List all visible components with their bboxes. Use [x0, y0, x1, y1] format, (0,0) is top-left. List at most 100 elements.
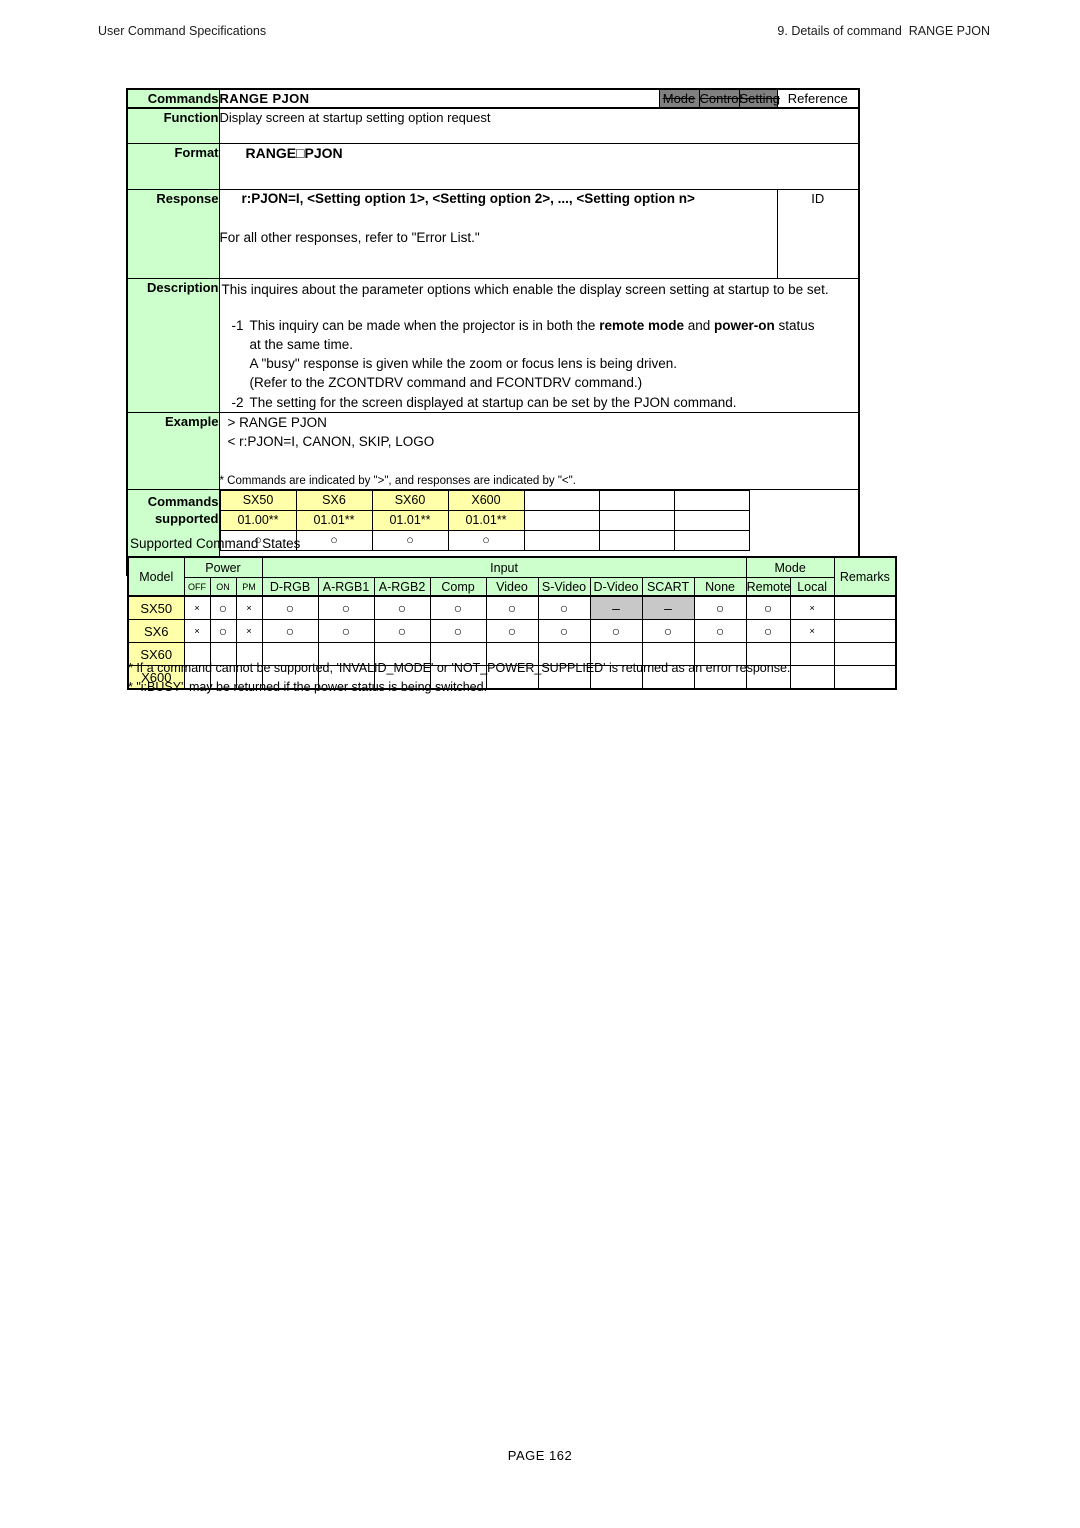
supported-version-6: [673, 510, 750, 532]
states-subheader-d-rgb: D-RGB: [261, 577, 319, 597]
states-sx50-local: ×: [789, 595, 835, 620]
states-footnote-1: * If a command cannot be supported, 'INV…: [128, 661, 791, 675]
command-spec-table: Commands RANGE PJON Mode Control Setting…: [126, 88, 860, 577]
response-errors: For all other responses, refer to "Error…: [219, 229, 480, 245]
states-sx50-a-rgb1: ○: [317, 595, 375, 620]
supported-model-3: X600: [447, 490, 525, 512]
supported-version-3: 01.01**: [447, 510, 525, 532]
states-subheader-a-rgb1: A-RGB1: [317, 577, 375, 597]
tag-setting[interactable]: Setting: [738, 88, 780, 110]
states-sx50-video: ○: [485, 595, 539, 620]
states-subheader-a-rgb2: A-RGB2: [373, 577, 431, 597]
supported-mark-1: ○: [295, 530, 373, 552]
states-caption: Supported Command States: [130, 536, 301, 551]
description-row: Description This inquires about the para…: [126, 278, 860, 413]
states-sx6-remote: ○: [745, 619, 791, 643]
format-row: Format RANGE□PJON: [126, 143, 860, 191]
states-sx6-video: ○: [485, 619, 539, 643]
supported-mark-6: [673, 530, 750, 552]
supported-model-6: [673, 490, 750, 512]
states-header-remarks: Remarks: [833, 556, 897, 597]
label-format: Format: [126, 143, 220, 191]
states-header-power: Power: [183, 556, 263, 578]
states-sx6-power-off: ×: [183, 619, 211, 643]
states-sx6-scart: ○: [641, 619, 695, 643]
states-sx50-remote: ○: [745, 595, 791, 620]
states-sx50-power-off: ×: [183, 595, 211, 620]
description-item-2-text: The setting for the screen displayed at …: [249, 394, 737, 410]
states-header-sub: OFF ON PM D-RGB A-RGB1 A-RGB2 Comp Video…: [128, 577, 896, 597]
states-subheader-scart: SCART: [641, 577, 695, 597]
tag-mode[interactable]: Mode: [658, 88, 700, 110]
states-row-sx50-model: SX50: [127, 595, 185, 620]
states-row-sx6-model: SX6: [127, 619, 185, 643]
running-head: User Command Specifications 9. Details o…: [98, 24, 990, 42]
format-text: RANGE□PJON: [245, 145, 343, 162]
states-sx50-scart: –: [641, 595, 695, 620]
states-sx50-none: ○: [693, 595, 747, 620]
tag-reference[interactable]: Reference: [776, 88, 860, 110]
supported-model-5: [598, 490, 675, 512]
desc1-bold-remote-mode: remote mode: [599, 317, 684, 333]
desc1-lead: This inquiry can be made when the projec…: [249, 317, 600, 333]
states-x600-remarks: [833, 665, 897, 690]
example-row: Example > RANGE PJON < r:PJON=I, CANON, …: [126, 411, 860, 491]
label-description: Description: [126, 278, 220, 413]
states-subheader-none: None: [693, 577, 747, 597]
example-line-1: > RANGE PJON: [227, 414, 327, 430]
description-item-1-subs: at the same time. A "busy" response is g…: [220, 335, 859, 392]
states-sx60-c13: [789, 642, 835, 666]
description-item-1-number: -1: [231, 317, 244, 333]
supported-model-2: SX60: [371, 490, 449, 512]
states-subheader-on: ON: [209, 577, 237, 597]
label-example: Example: [126, 411, 220, 491]
label-commands-supported-line2: supported: [154, 511, 219, 527]
label-commands-supported-line1: Commands: [147, 494, 219, 510]
states-row-sx50: SX50 × ○ × ○ ○ ○ ○ ○ ○ – – ○ ○ ×: [127, 595, 897, 620]
states-sx50-d-rgb: ○: [261, 595, 319, 620]
running-head-right: 9. Details of command RANGE PJON: [777, 24, 990, 38]
example-note: * Commands are indicated by ">", and res…: [219, 474, 576, 487]
supported-version-2: 01.01**: [371, 510, 449, 532]
supported-model-1: SX6: [295, 490, 373, 512]
description-intro: This inquires about the parameter option…: [221, 282, 829, 298]
states-subheader-pm: PM: [235, 577, 263, 597]
states-subheader-off: OFF: [183, 577, 211, 597]
supported-model-4: [523, 490, 600, 512]
supported-version-0: 01.00**: [219, 510, 297, 532]
states-sx50-remarks: [833, 595, 897, 620]
description-item-2: -2 The setting for the screen displayed …: [220, 393, 859, 412]
function-row: Function Display screen at startup setti…: [126, 107, 860, 145]
description-item-1-text: This inquiry can be made when the projec…: [250, 316, 859, 335]
states-header-top: Model Power Input Mode Remarks: [127, 556, 897, 597]
states-sx50-d-video: –: [589, 595, 643, 620]
states-subheader-video: Video: [485, 577, 539, 597]
states-sx50-comp: ○: [429, 595, 487, 620]
states-sx6-none: ○: [693, 619, 747, 643]
supported-model-0: SX50: [219, 490, 297, 512]
command-title: RANGE PJON: [218, 88, 660, 110]
tag-control[interactable]: Control: [698, 88, 741, 110]
states-sx50-power-pm: ×: [235, 595, 263, 620]
description-item-1-sub-1: at the same time.: [249, 337, 354, 353]
states-sx6-d-rgb: ○: [261, 619, 319, 643]
label-function: Function: [126, 107, 220, 145]
states-header-input: Input: [261, 556, 747, 578]
states-subheader-d-video: D-Video: [589, 577, 643, 597]
states-sx6-power-pm: ×: [235, 619, 263, 643]
states-sx6-local: ×: [789, 619, 835, 643]
states-row-sx6: SX6 × ○ × ○ ○ ○ ○ ○ ○ ○ ○ ○ ○ ×: [127, 619, 897, 643]
description-item-1: -1 This inquiry can be made when the pro…: [220, 316, 859, 335]
states-sx50-a-rgb2: ○: [373, 595, 431, 620]
states-sx6-remarks: [833, 619, 897, 643]
description-list: -1 This inquiry can be made when the pro…: [220, 316, 859, 412]
page-footer: PAGE 162: [507, 1448, 573, 1463]
desc1-tail: status: [774, 317, 815, 333]
states-x600-c13: [789, 665, 835, 690]
supported-mark-3: ○: [447, 530, 525, 552]
supported-version-4: [523, 510, 600, 532]
commands-supported-versions-row: 01.00** 01.01** 01.01** 01.01**: [219, 510, 750, 532]
states-sx50-s-video: ○: [537, 595, 591, 620]
label-commands: Commands: [126, 88, 220, 110]
states-sx6-power-on: ○: [209, 619, 237, 643]
